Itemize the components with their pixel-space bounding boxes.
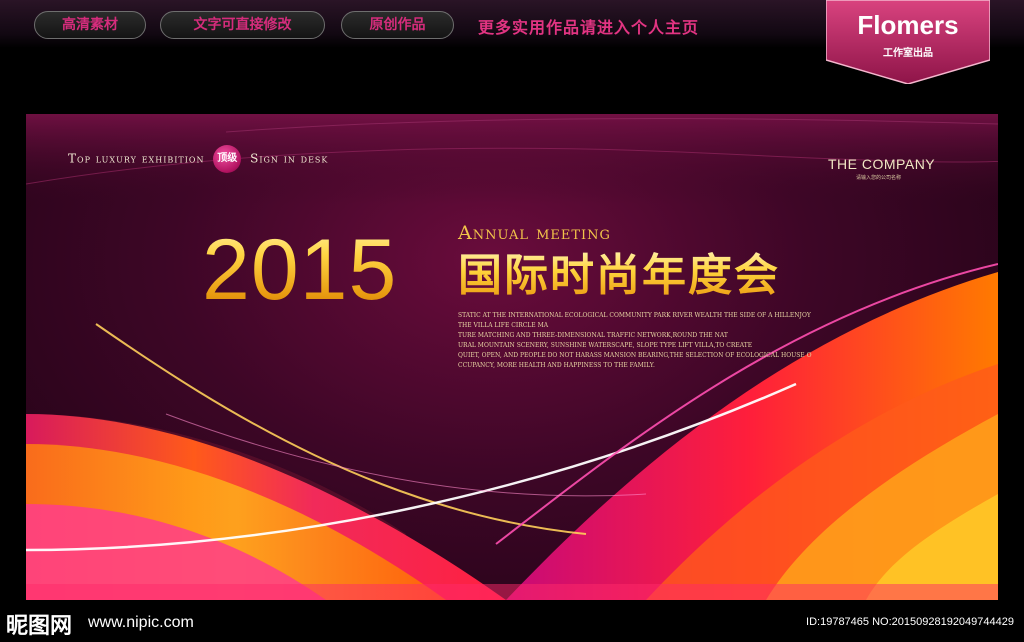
watermark-footer: 昵图网 www.nipic.com ID:19787465 NO:2015092… — [0, 602, 1024, 642]
annual-meeting-banner: Top luxury exhibition 顶级 Sign in desk TH… — [26, 114, 998, 600]
chinese-title: 国际时尚年度会 — [458, 248, 780, 304]
top-grade-seal: 顶级 — [213, 145, 242, 173]
original-work-button[interactable]: 原创作品 — [341, 11, 454, 39]
tagline-text-right: Sign in desk — [250, 151, 329, 166]
homepage-promo-link[interactable]: 更多实用作品请进入个人主页 — [478, 14, 699, 38]
paragraph-line: QUIET, OPEN, AND PEOPLE DO NOT HARASS MA… — [458, 352, 812, 359]
tagline: Top luxury exhibition 顶级 Sign in desk — [68, 145, 328, 173]
paragraph-line: URAL MOUNTAIN SCENERY, SUNSHINE WATERSCA… — [458, 342, 753, 349]
editable-text-button[interactable]: 文字可直接修改 — [160, 11, 325, 39]
company-subtitle: 请输入您的公司名称 — [856, 175, 902, 181]
annual-meeting-heading: Annual meeting — [458, 222, 611, 244]
paragraph-line: CCUPANCY, MORE HEALTH AND HAPPINESS TO T… — [458, 362, 655, 369]
brand-subtitle: 工作室出品 — [883, 48, 933, 59]
hd-material-button[interactable]: 高清素材 — [34, 11, 146, 39]
paragraph-line: THE VILLA LIFE CIRCLE MA — [458, 322, 549, 329]
year-heading: 2015 — [202, 222, 398, 318]
image-id-label: ID:19787465 NO:20150928192049744429 — [806, 616, 1014, 628]
tagline-text-left: Top luxury exhibition — [68, 151, 205, 166]
description-paragraph: STATIC AT THE INTERNATIONAL ECOLOGICAL C… — [458, 311, 838, 371]
brand-name[interactable]: Flomers — [826, 10, 990, 41]
nipic-logo: 昵图网 — [6, 614, 73, 639]
paragraph-line: STATIC AT THE INTERNATIONAL ECOLOGICAL C… — [458, 312, 811, 319]
paragraph-line: TURE MATCHING AND THREE-DIMENSIONAL TRAF… — [458, 332, 728, 339]
company-name: THE COMPANY — [828, 156, 936, 172]
nipic-url[interactable]: www.nipic.com — [88, 614, 194, 632]
